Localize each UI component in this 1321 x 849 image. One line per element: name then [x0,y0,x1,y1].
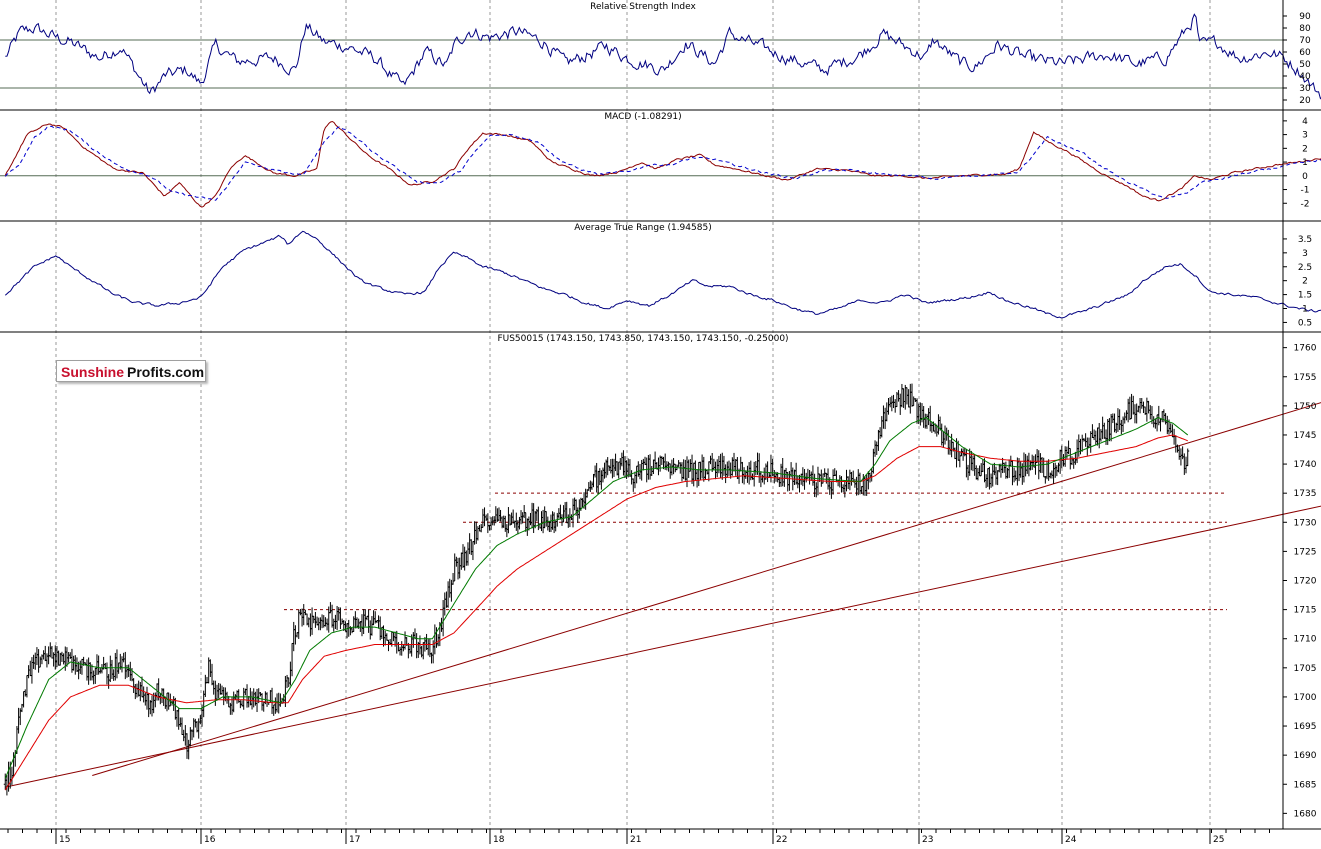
time-tick-label: 15 [59,835,70,844]
y-tick-label: 1 [1302,305,1308,315]
y-tick-label: 70 [1299,36,1311,46]
y-tick-label: 0.5 [1298,318,1312,328]
y-tick-label: 1725 [1294,547,1317,557]
panel-title: Relative Strength Index [590,2,696,12]
y-tick-label: 2 [1302,144,1308,154]
y-tick-label: 0 [1302,172,1308,182]
y-tick-label: 1760 [1294,344,1317,354]
y-tick-label: 1685 [1294,780,1317,790]
y-tick-label: -1 [1301,186,1310,196]
logo-word-profits: Profits.com [127,364,205,380]
y-tick-label: 2.5 [1298,263,1312,273]
time-tick-label: 25 [1213,835,1224,844]
y-tick-label: 1720 [1294,577,1317,587]
panel-title: FUS50015 (1743.150, 1743.850, 1743.150, … [497,334,788,344]
y-tick-label: 40 [1299,72,1311,82]
y-tick-label: 1 [1302,158,1308,168]
y-tick-label: 1695 [1294,722,1317,732]
y-tick-label: 1750 [1294,402,1317,412]
time-tick-label: 22 [776,835,787,844]
y-tick-label: 90 [1299,12,1311,22]
y-tick-label: 80 [1299,24,1311,34]
y-tick-label: 20 [1299,96,1311,106]
y-tick-label: 1.5 [1298,291,1312,301]
y-tick-label: 3.5 [1298,235,1312,245]
y-tick-label: 1705 [1294,664,1317,674]
logo-word-sunshine: Sunshine [61,364,125,380]
trend-line [5,505,1321,788]
trend-line [92,402,1321,776]
y-tick-label: 1700 [1294,693,1317,703]
y-tick-label: -2 [1301,199,1310,209]
y-tick-label: 1745 [1294,431,1317,441]
y-tick-label: 1710 [1294,635,1317,645]
time-tick-label: 21 [630,835,641,844]
chart-canvas: 2030405060708090Relative Strength Index-… [0,0,1321,845]
panel-title: MACD (-1.08291) [604,112,681,122]
y-tick-label: 1690 [1294,751,1317,761]
time-tick-label: 18 [493,835,505,844]
time-tick-label: 17 [349,835,360,844]
time-tick-label: 23 [922,835,933,844]
y-tick-label: 60 [1299,48,1311,58]
macd-signal-line [4,125,1321,201]
y-tick-label: 3 [1302,249,1308,259]
sunshine-profits-logo: Sunshine Profits.com [56,360,206,382]
macd-line [4,120,1321,208]
y-tick-label: 1715 [1294,606,1317,616]
y-tick-label: 1740 [1294,460,1317,470]
time-tick-label: 16 [204,835,216,844]
y-tick-label: 2 [1302,277,1308,287]
y-tick-label: 1680 [1294,809,1317,819]
atr-line [4,230,1321,319]
panel-title: Average True Range (1.94585) [574,223,711,233]
y-tick-label: 1735 [1294,489,1317,499]
y-tick-label: 50 [1299,60,1311,70]
chart-stage: 20 30 40 50 60 70 80 90 Relative Strength Index -… [0,0,1321,845]
y-tick-label: 4 [1302,117,1308,127]
y-tick-label: 1730 [1294,518,1317,528]
y-tick-label: 1755 [1294,373,1317,383]
y-tick-label: 3 [1302,131,1308,141]
y-tick-label: 30 [1299,84,1311,94]
time-tick-label: 24 [1065,835,1077,844]
